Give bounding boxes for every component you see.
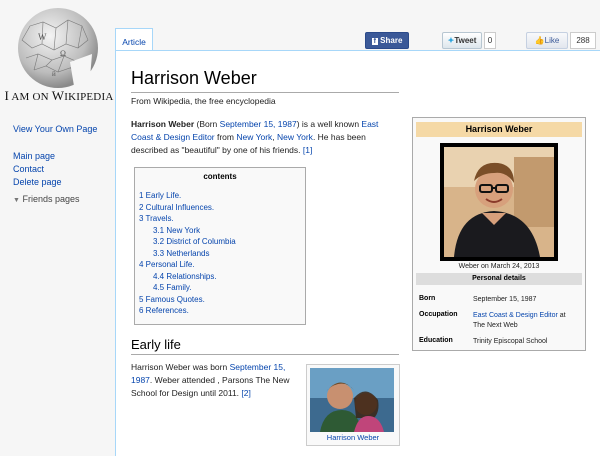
info-label-occupation: Occupation <box>419 311 458 318</box>
intro-paragraph: Harrison Weber (Born September 15, 1987)… <box>131 118 401 157</box>
svg-text:W: W <box>38 32 47 42</box>
main-page-link[interactable]: Main page <box>13 151 55 161</box>
intro-text: from <box>214 132 237 142</box>
selfie-photo[interactable] <box>310 368 394 432</box>
toc-item[interactable]: 3 Travels. <box>139 214 174 223</box>
intro-text: ) is a well known <box>296 119 362 129</box>
toc-item[interactable]: 2 Cultural Influences. <box>139 203 214 212</box>
toc-item[interactable]: 3.1 New York <box>153 226 200 235</box>
toc-item[interactable]: 1 Early Life. <box>139 191 181 200</box>
thumbnail-figure[interactable]: Harrison Weber <box>306 364 400 446</box>
reference-1-link[interactable]: [1] <box>303 145 312 155</box>
tweet-label: Tweet <box>454 36 477 45</box>
toc-item[interactable]: 4.4 Relationships. <box>153 272 217 281</box>
paragraph-text: . Weber attended , Parsons The New Schoo… <box>131 375 290 398</box>
toc-item[interactable]: 4.5 Family. <box>153 283 192 292</box>
toc-item[interactable]: 3.2 District of Columbia <box>153 237 236 246</box>
profile-photo[interactable] <box>444 147 554 257</box>
toc-item[interactable]: 5 Famous Quotes. <box>139 295 205 304</box>
infobox: Harrison Weber Weber on March 24, 2013 P… <box>412 117 586 351</box>
toc-title: contents <box>203 172 237 181</box>
like-label: Like <box>544 36 560 45</box>
contact-link[interactable]: Contact <box>13 164 44 174</box>
view-own-page-link[interactable]: View Your Own Page <box>13 124 97 134</box>
birthdate-link[interactable]: September 15, 1987 <box>220 119 297 129</box>
photo-caption: Weber on March 24, 2013 <box>458 263 540 270</box>
facebook-share-button[interactable]: f Share <box>365 32 409 49</box>
delete-page-link[interactable]: Delete page <box>13 177 62 187</box>
svg-text:й: й <box>52 70 56 78</box>
paragraph-text: Harrison Weber was born <box>131 362 230 372</box>
tweet-button[interactable]: ✦Tweet <box>442 32 482 49</box>
early-life-paragraph: Harrison Weber was born September 15, 19… <box>131 361 303 400</box>
page-title: Harrison Weber <box>131 68 257 88</box>
facebook-like-button[interactable]: 👍Like <box>526 32 568 49</box>
svg-text:Ω: Ω <box>60 49 66 58</box>
top-tabs-bar: Article f Share ✦Tweet 0 👍Like 288 <box>115 0 600 52</box>
state-link[interactable]: New York <box>277 132 313 142</box>
city-link[interactable]: New York <box>236 132 272 142</box>
tweet-count: 0 <box>484 32 496 49</box>
tab-article[interactable]: Article <box>115 28 153 51</box>
profile-photo-frame <box>440 143 558 261</box>
like-count: 288 <box>570 32 596 49</box>
article-content: Harrison Weber From Wikipedia, the free … <box>115 50 600 456</box>
site-wordmark: I AM ON WIKIPEDIA <box>4 88 114 103</box>
intro-text: (Born <box>194 119 220 129</box>
occupation-link[interactable]: East Coast & Design Editor <box>473 312 558 319</box>
sidebar: W й Ω I AM ON WIKIPEDIA View Your Own Pa… <box>0 0 115 455</box>
info-label-born: Born <box>419 295 436 302</box>
share-label: Share <box>380 36 403 45</box>
section-divider <box>131 354 399 355</box>
triangle-down-icon: ▼ <box>13 197 20 204</box>
intro-name: Harrison Weber <box>131 119 195 129</box>
infobox-subheading: Personal details <box>416 273 582 285</box>
section-heading-early-life: Early life <box>131 337 181 352</box>
info-value-occupation: East Coast & Design Editor at The Next W… <box>473 311 579 331</box>
title-divider <box>131 92 399 93</box>
table-of-contents: contents 1 Early Life. 2 Cultural Influe… <box>134 167 306 325</box>
facebook-icon: f <box>371 38 378 45</box>
globe-icon: W й Ω <box>18 8 98 88</box>
thumbs-up-icon: 👍 <box>534 36 545 45</box>
toc-item[interactable]: 6 References. <box>139 306 189 315</box>
friends-pages-toggle[interactable]: ▼ Friends pages <box>13 194 80 204</box>
infobox-title: Harrison Weber <box>416 122 582 137</box>
info-label-education: Education <box>419 337 453 344</box>
thumbnail-caption[interactable]: Harrison Weber <box>307 433 399 442</box>
info-value-born[interactable]: September 15, 1987 <box>473 295 579 305</box>
info-value-education: Trinity Episcopal School <box>473 338 548 345</box>
toc-item[interactable]: 3.3 Netherlands <box>153 249 209 258</box>
tagline: From Wikipedia, the free encyclopedia <box>131 96 276 106</box>
reference-2-link[interactable]: [2] <box>241 388 250 398</box>
toc-item[interactable]: 4 Personal Life. <box>139 260 195 269</box>
friends-pages-label: Friends pages <box>22 194 80 204</box>
